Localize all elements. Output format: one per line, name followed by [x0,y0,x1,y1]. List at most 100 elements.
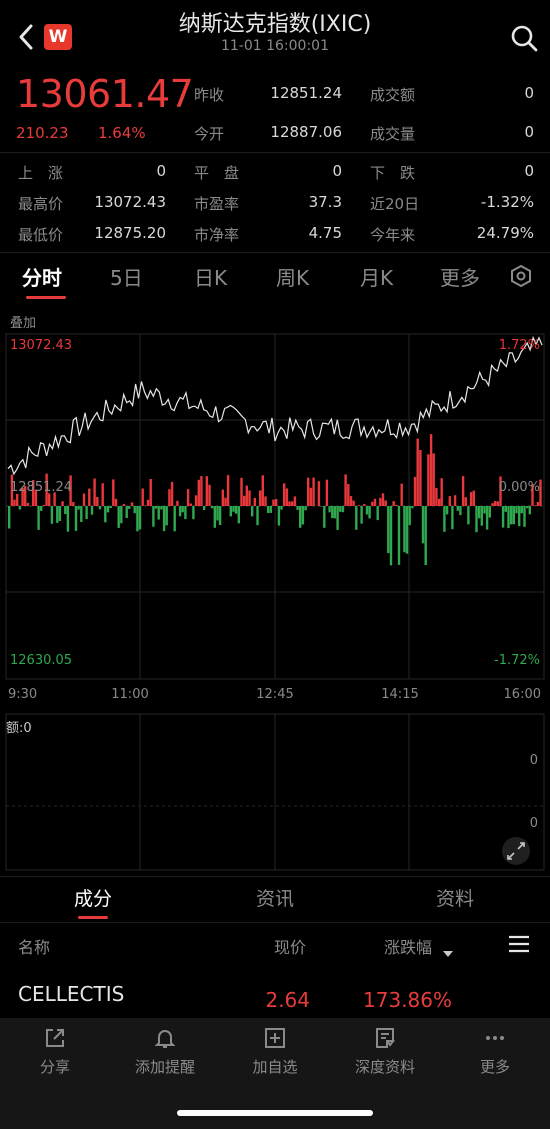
change-bar [496,501,499,506]
settings-icon [511,264,531,288]
change-bar [237,506,240,524]
col-name-header: 名称 [18,938,51,957]
app-logo[interactable]: W [44,24,72,50]
tab-weekly-k[interactable]: 周K [276,262,309,291]
add-alert-button[interactable]: 添加提醒 [110,1026,220,1077]
change-bar [112,479,115,506]
change-bar [363,504,366,506]
y-label-mid-right: 0.00% [499,480,540,495]
x-label-1100: 11:00 [111,687,148,702]
x-label-1600: 16:00 [504,687,541,702]
divider [0,252,550,253]
more-button[interactable]: 更多 [440,1026,550,1077]
change-bar [50,506,54,524]
table-row[interactable]: CELLECTIS 2.64 173.86% [0,966,550,1020]
change-bar [160,506,163,510]
sort-desc-icon [443,942,453,957]
add-watchlist-button[interactable]: 加自选 [220,1026,330,1077]
change-bar [419,450,422,506]
change-bar [280,506,283,510]
turnover-value: 0 [524,84,534,102]
change-bar [469,492,473,506]
intraday-chart[interactable]: 13072.43 12851.24 12630.05 1.72% 0.00% -… [0,300,550,880]
change-bar [477,506,481,519]
tab-profile[interactable]: 资料 [408,884,502,911]
col-change-header[interactable]: 涨跌幅 [384,934,432,958]
change-bar [528,506,531,515]
change-bar [210,506,214,509]
change-bar [77,506,80,510]
change-bar [226,475,230,506]
bell-icon [154,1030,176,1048]
tab-news[interactable]: 资讯 [228,884,322,911]
change-bar [240,477,243,506]
change-bar [381,493,385,506]
tab-intraday[interactable]: 分时 [22,262,62,291]
share-button[interactable]: 分享 [0,1026,110,1077]
change-bar [448,496,451,506]
change-bar [133,506,136,514]
low-value: 12875.20 [94,224,166,242]
column-settings-button[interactable] [508,934,530,954]
page-title: 纳斯达克指数(IXIC) [178,12,372,37]
change-bar [440,478,443,506]
change-bar [309,487,313,506]
change-bar [93,478,96,506]
change-bar [256,506,259,526]
change-bar [72,502,75,506]
high-label: 最高价 [18,195,64,213]
change-bar [339,506,342,512]
change-bar [277,506,281,526]
change-bar [520,506,523,514]
deep-research-button[interactable]: 深度资料 [330,1026,440,1077]
change-bar [515,506,518,514]
tab-more[interactable]: 更多 [440,262,480,291]
change-bar [272,499,275,506]
document-icon [376,1028,395,1048]
change-bar [534,505,537,506]
change-bar [405,506,409,554]
change-bar [216,506,219,521]
change-bar [467,506,470,525]
change-bar [472,490,475,506]
change-bar [435,487,438,506]
change-bar [104,506,107,523]
change-bar [8,506,11,529]
back-button[interactable] [14,20,40,54]
change-bar [224,497,227,506]
change-bar [221,489,224,506]
change-bar [170,481,174,506]
change-bar [453,495,457,506]
tab-daily-k[interactable]: 日K [194,262,227,291]
change-bar [245,485,248,506]
change-bar [491,503,494,506]
change-bar [459,506,462,516]
chevron-left-icon [19,24,33,50]
change-bar [325,479,329,506]
change-bar [368,506,371,519]
open-value: 12887.06 [270,123,342,141]
col-price-header[interactable]: 现价 [274,934,306,958]
search-button[interactable] [508,22,540,54]
expand-chart-button[interactable] [502,837,530,865]
tab-constituents[interactable]: 成分 [46,884,140,911]
home-indicator[interactable] [177,1110,373,1116]
tab-5day[interactable]: 5日 [110,262,143,291]
change-bar [461,476,465,506]
tab-monthly-k[interactable]: 月K [360,262,393,291]
change-bar [317,481,321,506]
volume-axis-top: 0 [530,753,538,768]
chart-settings-button[interactable] [508,263,534,289]
search-icon [511,25,538,52]
d20-label: 近20日 [370,195,420,213]
down-value: 0 [524,162,534,180]
change-bar [109,506,112,508]
share-icon [46,1029,64,1047]
change-bar [493,501,497,506]
list-icon [509,935,529,953]
change-bar [408,506,411,526]
change-bar [42,505,46,506]
change-bar [389,506,393,566]
change-bar [162,506,166,532]
change-bar [336,506,339,530]
